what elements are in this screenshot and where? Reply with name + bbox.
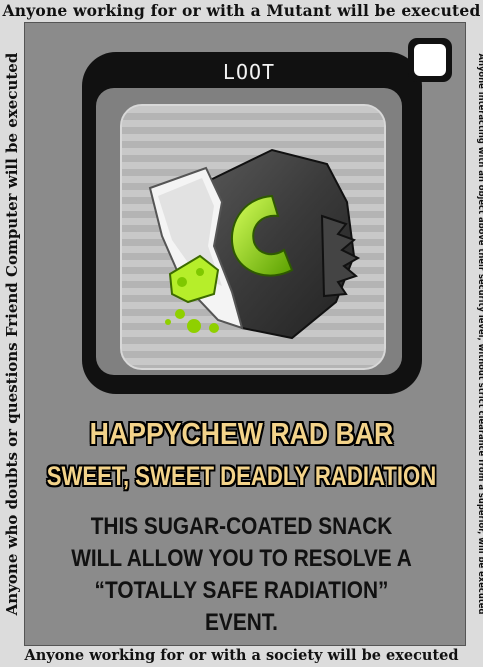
card-title: HAPPYCHEW RAD BAR (89, 416, 394, 451)
card-checkbox[interactable] (408, 38, 452, 82)
card-type-label: LOOT (222, 60, 276, 84)
card-subtitle: SWEET, SWEET DEADLY RADIATION (46, 461, 437, 491)
card-description: THIS SUGAR-COATED SNACK WILL ALLOW YOU T… (71, 513, 412, 636)
checkbox-box[interactable] (414, 44, 446, 76)
game-card: Anyone working for or with a Mutant will… (0, 0, 483, 667)
candy-bar-icon (122, 106, 384, 368)
right-border-text: Anyone interacting with an object above … (477, 53, 483, 615)
top-border-text: Anyone working for or with a Mutant will… (2, 1, 481, 20)
bottom-border-text: Anyone working for or with a society wil… (24, 647, 459, 664)
left-border-text: Anyone who doubts or questions Friend Co… (3, 52, 21, 616)
card-art (120, 104, 386, 370)
